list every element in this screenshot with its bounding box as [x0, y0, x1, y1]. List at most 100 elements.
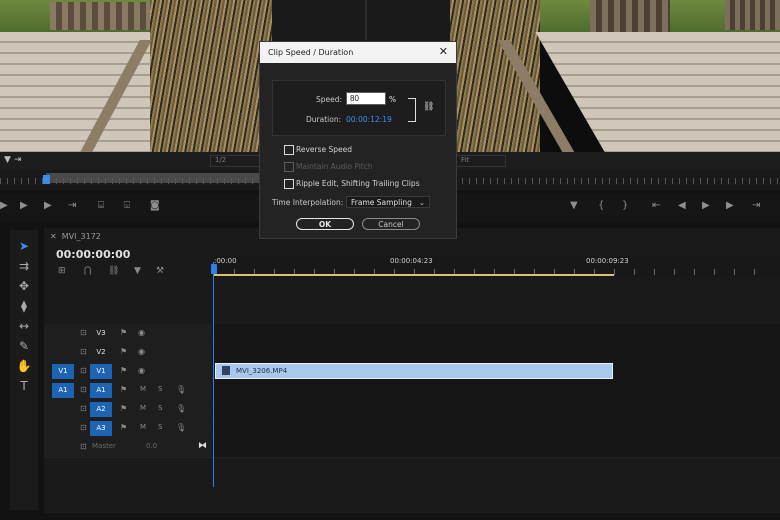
ripple-edit-tool-icon[interactable]: ✥: [16, 278, 32, 294]
dialog-title-bar[interactable]: Clip Speed / Duration ✕: [260, 42, 456, 63]
source-patch-a1[interactable]: A1: [52, 383, 74, 398]
nest-icon[interactable]: ⊞: [58, 266, 66, 276]
time-interpolation-label: Time Interpolation:: [272, 198, 344, 207]
fit-toggle-icon[interactable]: ⇥: [14, 155, 22, 165]
chain-link-icon[interactable]: ⛓: [423, 102, 434, 112]
snap-icon[interactable]: ⋂: [84, 266, 91, 276]
play-stop-icon[interactable]: ▶: [702, 200, 710, 211]
slip-tool-icon[interactable]: ↔: [16, 318, 32, 334]
monitor-playhead[interactable]: [43, 175, 50, 184]
master-volume-value[interactable]: 0.0: [146, 442, 157, 450]
zoom-fit-select[interactable]: Fit: [456, 155, 506, 167]
fx-badge-icon: [222, 366, 230, 375]
export-frame-icon[interactable]: ◙: [150, 200, 160, 211]
timeline-ruler[interactable]: :00:00 00:00:04:23 00:00:09:23: [214, 255, 780, 277]
add-marker-timeline-icon[interactable]: ▼: [134, 266, 141, 276]
play-icon[interactable]: ▶: [20, 200, 28, 211]
maintain-audio-pitch-label: Maintain Audio Pitch: [296, 162, 373, 171]
lift-icon[interactable]: ⌸: [98, 200, 104, 211]
linked-selection-icon[interactable]: ⛓: [108, 266, 119, 276]
speed-unit: %: [389, 95, 397, 104]
sync-lock-icon[interactable]: ⚑: [120, 423, 127, 432]
reverse-speed-label[interactable]: Reverse Speed: [296, 145, 352, 154]
step-forward-frame-icon[interactable]: ▶: [726, 200, 734, 211]
timeline-playhead-handle[interactable]: [211, 264, 217, 274]
playhead-marker-icon[interactable]: ▼: [4, 155, 11, 165]
solo-button[interactable]: S: [158, 423, 162, 431]
extract-icon[interactable]: ⌺: [124, 200, 130, 211]
type-tool-icon[interactable]: T: [16, 378, 32, 394]
video-frame-left: [0, 0, 272, 152]
tools-panel: ➤ ⇉ ✥ ⧫ ↔ ✎ ✋ T: [10, 230, 38, 510]
work-area-bar[interactable]: [214, 274, 614, 276]
mute-button[interactable]: M: [140, 404, 146, 412]
reverse-speed-checkbox[interactable]: [284, 145, 294, 155]
lock-icon[interactable]: ⊡: [80, 423, 87, 432]
hand-tool-icon[interactable]: ✋: [16, 358, 32, 374]
voiceover-mic-icon[interactable]: 🎙: [176, 404, 186, 413]
track-v3-name[interactable]: V3: [90, 326, 112, 341]
track-select-tool-icon[interactable]: ⇉: [16, 258, 32, 274]
sync-lock-icon[interactable]: ⚑: [120, 328, 127, 337]
sync-lock-icon[interactable]: ⚑: [120, 366, 127, 375]
close-icon[interactable]: ✕: [439, 45, 448, 58]
source-patch-v1[interactable]: V1: [52, 364, 74, 379]
video-clip[interactable]: MVI_3206.MP4: [215, 363, 613, 379]
mark-out-icon[interactable]: }: [622, 200, 628, 211]
track-a3-name[interactable]: A3: [90, 421, 112, 436]
lock-icon[interactable]: ⊡: [80, 404, 87, 413]
mark-in-icon[interactable]: {: [598, 200, 604, 211]
eye-icon[interactable]: ◉: [138, 328, 145, 337]
sync-lock-icon[interactable]: ⚑: [120, 385, 127, 394]
timeline-panel: ✕ MVI_3172 00:00:00:00 ⊞ ⋂ ⛓ ▼ ⚒ :00:00 …: [44, 228, 780, 513]
speed-duration-group: [272, 80, 446, 136]
eye-icon[interactable]: ◉: [138, 366, 145, 375]
sync-lock-icon[interactable]: ⚑: [120, 404, 127, 413]
eye-icon[interactable]: ◉: [138, 347, 145, 356]
ripple-edit-label[interactable]: Ripple Edit, Shifting Trailing Clips: [296, 179, 420, 188]
track-v2-name[interactable]: V2: [90, 345, 112, 360]
mute-button[interactable]: M: [140, 385, 146, 393]
go-to-in-icon[interactable]: ⇤: [652, 200, 660, 211]
lock-icon[interactable]: ⊡: [80, 385, 87, 394]
step-back-icon[interactable]: ▶: [0, 200, 8, 211]
solo-button[interactable]: S: [158, 385, 162, 393]
sequence-tab[interactable]: ✕ MVI_3172: [50, 232, 101, 241]
mute-button[interactable]: M: [140, 423, 146, 431]
cancel-button[interactable]: Cancel: [362, 218, 420, 230]
speed-input[interactable]: [346, 92, 386, 105]
lock-icon[interactable]: ⊡: [80, 328, 87, 337]
selection-tool-icon[interactable]: ➤: [16, 238, 32, 254]
voiceover-mic-icon[interactable]: 🎙: [176, 423, 186, 432]
lock-icon: ⊡: [80, 442, 87, 451]
ruler-end-label: 00:00:09:23: [586, 257, 629, 265]
master-label: Master: [92, 442, 116, 450]
timeline-playhead[interactable]: [213, 262, 214, 487]
go-to-out-icon[interactable]: ⇥: [68, 200, 76, 211]
resolution-select[interactable]: 1/2: [210, 155, 260, 167]
ruler-start-label: :00:00: [214, 257, 237, 265]
step-back-frame-icon[interactable]: ◀: [678, 200, 686, 211]
track-a3: ⊡ A3 ⚑ M S 🎙: [44, 419, 780, 439]
sync-lock-icon[interactable]: ⚑: [120, 347, 127, 356]
step-forward-icon[interactable]: ▶: [44, 200, 52, 211]
ripple-edit-checkbox[interactable]: [284, 179, 294, 189]
go-to-end-icon[interactable]: ⧓: [198, 441, 207, 451]
settings-wrench-icon[interactable]: ⚒: [156, 266, 164, 276]
add-marker-icon[interactable]: ▼: [570, 200, 578, 211]
go-to-out-point-icon[interactable]: ⇥: [752, 200, 760, 211]
lock-icon[interactable]: ⊡: [80, 366, 87, 375]
track-a2-name[interactable]: A2: [90, 402, 112, 417]
track-a1-name[interactable]: A1: [90, 383, 112, 398]
ok-button[interactable]: OK: [296, 218, 354, 230]
time-interpolation-select[interactable]: Frame Sampling ⌄: [346, 196, 430, 208]
solo-button[interactable]: S: [158, 404, 162, 412]
razor-tool-icon[interactable]: ⧫: [16, 298, 32, 314]
duration-value[interactable]: 00:00:12:19: [346, 115, 392, 124]
voiceover-mic-icon[interactable]: 🎙: [176, 385, 186, 394]
track-v1-name[interactable]: V1: [90, 364, 112, 379]
lock-icon[interactable]: ⊡: [80, 347, 87, 356]
pen-tool-icon[interactable]: ✎: [16, 338, 32, 354]
timeline-timecode[interactable]: 00:00:00:00: [56, 248, 130, 261]
track-master: ⊡ Master 0.0 ⧓: [44, 438, 780, 458]
